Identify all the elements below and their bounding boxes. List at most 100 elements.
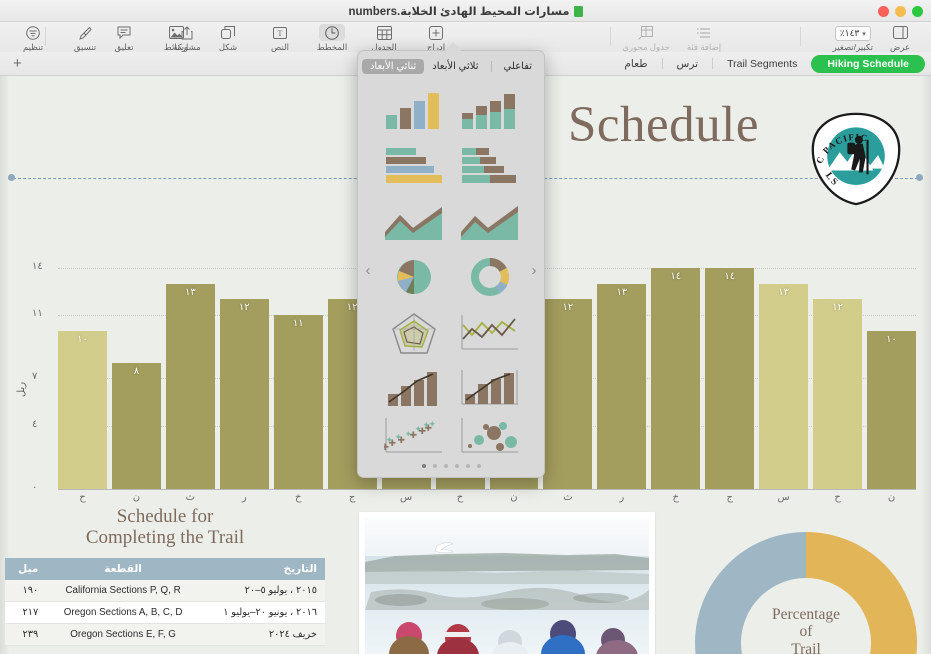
column-header-miles[interactable]: ميل <box>5 557 47 580</box>
table-cell-mi[interactable]: ١٩٠ <box>5 579 47 602</box>
window-minimize-button[interactable] <box>895 6 906 17</box>
chart-bar[interactable]: ١٠ <box>867 244 916 489</box>
table-row[interactable]: ٢٠١٦ ، يونيو ٢٠–يوليو ١ Oregon Sections A… <box>5 601 325 624</box>
chart-type-bubble-chart[interactable] <box>452 416 528 456</box>
toolbar-zoom-control[interactable]: ▾ ١٤٣٪ تكبير/تصغير <box>833 26 873 53</box>
donut-center-label: Percentage of Trail <box>691 606 921 654</box>
chart-type-area-chart[interactable] <box>376 194 452 250</box>
window-zoom-button[interactable] <box>912 6 923 17</box>
chart-type-radar-chart[interactable] <box>376 305 452 361</box>
zoom-value-pill[interactable]: ▾ ١٤٣٪ <box>834 26 871 41</box>
toolbar-pivot-table-button[interactable]: جدول محوري <box>619 24 673 53</box>
chart-bar[interactable]: ١٣ <box>759 244 809 489</box>
toolbar-table-button[interactable]: الجدول <box>357 24 411 53</box>
chart-picker-page-dot[interactable] <box>454 464 459 468</box>
sheet-tab-food[interactable]: طعام <box>610 56 661 72</box>
chart-x-tick-label: ن <box>887 492 896 503</box>
chart-type-stacked-bar-chart[interactable] <box>452 139 528 195</box>
toolbar-share-button[interactable]: مشاركة <box>160 24 214 53</box>
trail-photo-frame[interactable] <box>359 512 655 654</box>
toolbar-add-category-button[interactable]: إضافة فئة <box>677 24 731 53</box>
selection-handle-left[interactable] <box>8 174 15 181</box>
chart-bar-rect: ٨ <box>111 362 161 489</box>
view-sidebar-icon <box>892 24 908 41</box>
chart-type-stacked-area-chart[interactable] <box>452 194 528 250</box>
table-cell-sec[interactable]: Oregon Sections A, B, C, D <box>46 601 200 624</box>
chart-type-bar-chart[interactable] <box>376 139 452 195</box>
chart-bar[interactable]: ١٤ <box>705 244 755 489</box>
table-row[interactable]: خريف ٢٠٢٤ Oregon Sections E, F, G ٢٣٩ <box>5 623 325 646</box>
toolbar-separator <box>800 27 801 46</box>
chart-bar-value-label: ١٣ <box>778 286 790 298</box>
chart-bar-value-label: ١٢ <box>238 302 250 314</box>
chart-x-tick-label: ج <box>726 492 733 503</box>
toolbar-organize-button[interactable]: تنظيم <box>6 24 60 53</box>
chart-bar-rect: ١٢ <box>813 299 863 489</box>
chart-x-tick-label: خ <box>294 492 302 503</box>
scenic-pacific-trails-logo[interactable]: SCENIC PACIFIC TRAILS <box>803 103 904 207</box>
window-close-button[interactable] <box>878 6 889 17</box>
chart-bar-rect: ١١ <box>273 315 323 489</box>
chart-picker-page-dot[interactable] <box>465 464 470 468</box>
donut-label-line3: Trail <box>791 640 821 654</box>
sheet-tab-hiking-schedule[interactable]: Hiking Schedule <box>811 54 925 73</box>
table-cell-date[interactable]: ٢٠١٥ ، يوليو ٥–٢٠ <box>199 579 325 602</box>
sheet-tab-trail-segments[interactable]: Trail Segments <box>713 56 811 72</box>
chart-type-donut-chart[interactable] <box>452 250 528 306</box>
chart-type-line-chart[interactable] <box>452 305 528 361</box>
column-header-section[interactable]: القطعة <box>46 557 200 580</box>
table-row[interactable]: ٢٠١٥ ، يوليو ٥–٢٠ California Sections P, … <box>5 579 325 602</box>
chart-picker-page-dot[interactable] <box>476 464 481 468</box>
table-cell-mi[interactable]: ٢٣٩ <box>5 623 47 646</box>
chart-bar[interactable]: ١٢ <box>813 244 863 489</box>
chart-x-tick-label: ر <box>619 492 625 503</box>
chart-type-column-line-chart[interactable] <box>376 361 452 417</box>
toolbar-chart-button[interactable]: المخطط <box>305 24 359 53</box>
column-header-date[interactable]: التاريخ <box>199 557 325 580</box>
chart-bar[interactable]: ٨ <box>111 244 161 489</box>
chart-bar[interactable]: ١١ <box>273 244 323 489</box>
chart-picker-tab-interactive[interactable]: تفاعلي <box>496 59 541 74</box>
add-sheet-button[interactable]: + <box>6 56 29 71</box>
chart-type-picker-popover[interactable]: تفاعلي ثلاثي الأبعاد ثنائي الأبعاد › ‹ ✚… <box>357 50 545 478</box>
chart-bar[interactable]: ١٣ <box>165 244 215 489</box>
toolbar-view-button[interactable]: عرض <box>873 24 927 53</box>
table-cell-date[interactable]: خريف ٢٠٢٤ <box>199 623 325 646</box>
selection-handle-right[interactable] <box>916 174 923 181</box>
table-cell-sec[interactable]: California Sections P, Q, R <box>46 579 200 602</box>
chart-type-pie-chart[interactable] <box>376 250 452 306</box>
toolbar-text-button[interactable]: T النص <box>253 24 307 53</box>
chart-picker-page-dot[interactable] <box>443 464 448 468</box>
chart-y-tick-label: ٤ <box>32 418 38 430</box>
table-cell-mi[interactable]: ٢١٧ <box>5 601 47 624</box>
toolbar-format-button[interactable]: تنسيق <box>58 24 112 53</box>
chart-x-axis-labels: حنثرخجسحنثرخجسحن <box>58 492 916 503</box>
chart-type-column-chart[interactable] <box>376 83 452 139</box>
chart-picker-tab-2d[interactable]: ثنائي الأبعاد <box>361 58 425 74</box>
chart-bar-value-label: ١١ <box>292 318 304 330</box>
chart-type-stacked-column-chart[interactable] <box>452 83 528 139</box>
organize-icon <box>26 24 40 41</box>
chart-picker-tab-3d[interactable]: ثلاثي الأبعاد <box>424 59 486 74</box>
sheet-tab-divider <box>712 58 714 69</box>
table-cell-sec[interactable]: Oregon Sections E, F, G <box>46 623 200 646</box>
chart-type-column-line-axis-chart[interactable] <box>452 361 528 417</box>
chart-bar[interactable]: ١٤ <box>651 244 701 489</box>
percentage-of-trail-donut-chart[interactable]: Percentage of Trail <box>691 528 921 654</box>
chart-bar-rect: ١٤ <box>705 267 755 489</box>
chart-picker-page-dot[interactable] <box>421 464 426 468</box>
chart-type-scatter-chart[interactable]: ✚✚✚ ✚✚✚ ✦✦✦ ✦✦✦ <box>376 416 452 456</box>
chart-bar[interactable]: ١٣ <box>597 244 647 489</box>
table-body: ٢٠١٥ ، يوليو ٥–٢٠ California Sections P, … <box>5 579 325 646</box>
chart-bar[interactable]: ١٢ <box>219 244 269 489</box>
chart-picker-page-dot[interactable] <box>432 464 437 468</box>
table-cell-date[interactable]: ٢٠١٦ ، يونيو ٢٠–يوليو ١ <box>199 601 325 624</box>
add-category-icon <box>696 24 712 41</box>
chart-bar[interactable]: ١٠ <box>58 244 107 489</box>
page-title[interactable]: Schedule <box>568 96 759 154</box>
schedule-table[interactable]: التاريخ القطعة ميل ٢٠١٥ ، يوليو ٥–٢٠ Cali… <box>5 557 325 646</box>
schedule-table-block[interactable]: Schedule for Completing the Trail التاري… <box>5 506 325 646</box>
chart-bar-value-label: ١٤ <box>724 270 736 282</box>
sheet-tab-gear[interactable]: ترس <box>663 56 713 72</box>
chart-bar[interactable]: ١٢ <box>543 244 593 489</box>
